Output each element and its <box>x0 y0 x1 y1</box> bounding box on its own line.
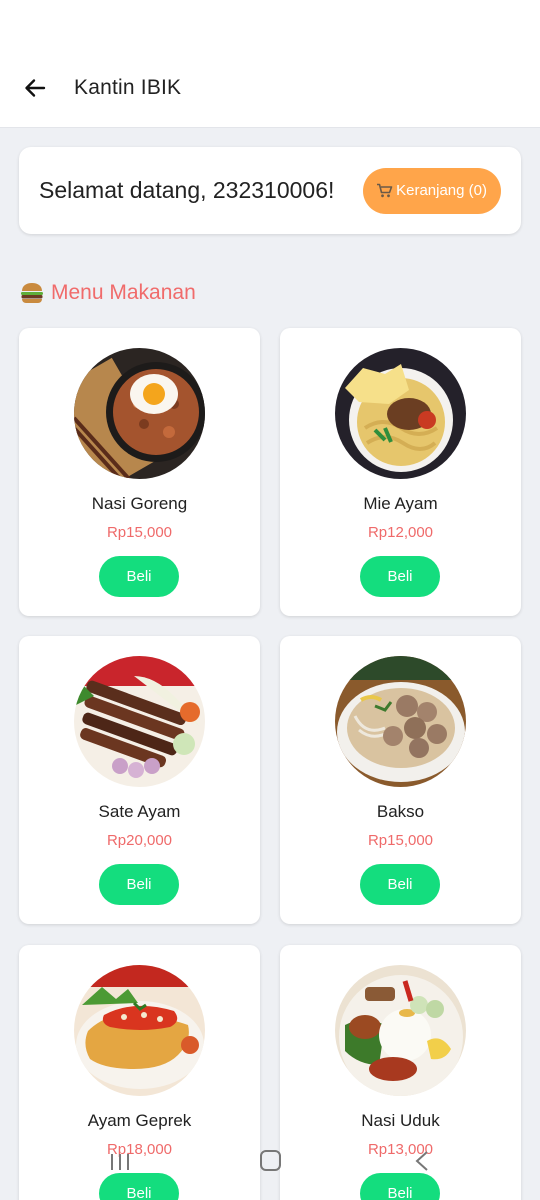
app-bar: Kantin IBIK <box>0 48 540 128</box>
food-name: Nasi Goreng <box>91 494 188 513</box>
food-price: Rp13,000 <box>367 1141 434 1158</box>
food-price: Rp12,000 <box>367 524 434 541</box>
bakso-image <box>335 656 466 787</box>
home-nav-icon[interactable] <box>260 1150 281 1171</box>
food-name: Bakso <box>376 802 425 821</box>
welcome-card: Selamat datang, 232310006! Keranjang (0) <box>19 147 521 234</box>
menu-card-ayam-geprek: Ayam Geprek Rp18,000 Beli <box>19 945 260 1200</box>
page-title: Kantin IBIK <box>74 75 182 99</box>
buy-button-nasi-uduk[interactable]: Beli <box>360 1173 440 1200</box>
arrow-left-icon <box>25 78 46 97</box>
food-name: Nasi Uduk <box>361 1111 440 1130</box>
menu-card-mie-ayam: Mie Ayam Rp12,000 Beli <box>280 328 521 616</box>
menu-card-bakso: Bakso Rp15,000 Beli <box>280 636 521 924</box>
cart-icon <box>377 183 393 198</box>
section-title: Menu Makanan <box>20 281 196 305</box>
cart-label: Keranjang (0) <box>396 182 487 199</box>
food-price: Rp15,000 <box>106 524 173 541</box>
back-nav-icon[interactable] <box>414 1150 430 1172</box>
recent-apps-icon[interactable] <box>109 1152 131 1172</box>
nasi-uduk-image <box>335 965 466 1096</box>
menu-card-nasi-goreng: Nasi Goreng Rp15,000 Beli <box>19 328 260 616</box>
section-title-label: Menu Makanan <box>51 281 196 304</box>
food-price: Rp15,000 <box>367 832 434 849</box>
buy-button-nasi-goreng[interactable]: Beli <box>99 556 179 597</box>
mie-ayam-image <box>335 348 466 479</box>
buy-button-ayam-geprek[interactable]: Beli <box>99 1173 179 1200</box>
buy-button-sate-ayam[interactable]: Beli <box>99 864 179 905</box>
food-price: Rp18,000 <box>106 1141 173 1158</box>
burger-icon <box>21 283 43 303</box>
status-bar <box>0 0 540 48</box>
food-name: Mie Ayam <box>363 494 438 513</box>
menu-card-sate-ayam: Sate Ayam Rp20,000 Beli <box>19 636 260 924</box>
nasi-goreng-image <box>74 348 205 479</box>
back-button[interactable] <box>22 75 48 101</box>
food-name: Sate Ayam <box>98 802 181 821</box>
buy-button-mie-ayam[interactable]: Beli <box>360 556 440 597</box>
food-name: Ayam Geprek <box>87 1111 192 1130</box>
ayam-geprek-image <box>74 965 205 1096</box>
menu-card-nasi-uduk: Nasi Uduk Rp13,000 Beli <box>280 945 521 1200</box>
cart-button[interactable]: Keranjang (0) <box>363 167 501 214</box>
buy-button-bakso[interactable]: Beli <box>360 864 440 905</box>
sate-ayam-image <box>74 656 205 787</box>
food-price: Rp20,000 <box>106 832 173 849</box>
welcome-message: Selamat datang, 232310006! <box>39 177 335 203</box>
